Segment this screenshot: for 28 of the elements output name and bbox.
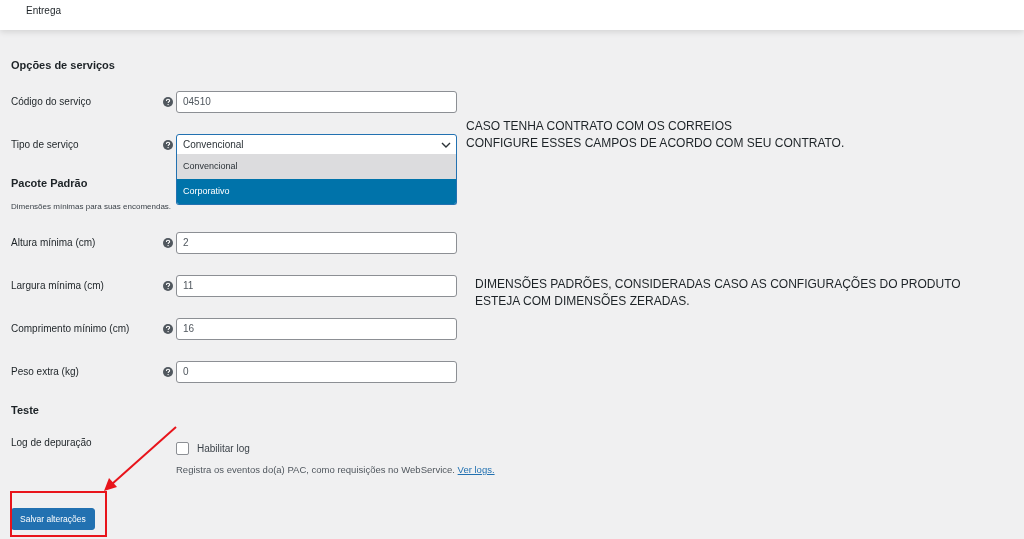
input-field[interactable]: 11 <box>176 274 457 297</box>
select-field[interactable]: Convencional <box>176 134 457 155</box>
field-label: Tipo de serviço <box>11 139 80 150</box>
dropdown-option[interactable]: Corporativo <box>177 179 456 204</box>
section-description: Dimensões mínimas para suas encomendas. <box>11 201 172 213</box>
field-description: Registra os eventos do(a) PAC, como requisições no WebService. Ver logs. <box>176 463 495 477</box>
annotation-note: CASO TENHA CONTRATO COM OS CORREIOS CONFIGURE ESSES CAMPOS DE ACORDO COM SEU CONTRATO. <box>466 118 845 152</box>
input-field[interactable]: 2 <box>176 231 457 254</box>
field-label: Código do serviço <box>11 96 93 107</box>
chevron-icon <box>441 141 451 148</box>
section-heading: Pacote Padrão <box>11 176 88 191</box>
field-label: Log de depuração <box>11 437 93 448</box>
input-field[interactable]: 0 <box>176 360 457 383</box>
dropdown-option[interactable]: Convencional <box>177 154 456 179</box>
section-heading: Opções de serviços <box>11 58 115 73</box>
field-label: Largura mínima (cm) <box>11 280 105 291</box>
checkbox-label[interactable]: Habilitar log <box>197 442 250 454</box>
field-label: Altura mínima (cm) <box>11 237 97 248</box>
save-button[interactable]: Salvar alterações <box>11 508 95 530</box>
tab-label[interactable]: Entrega <box>26 5 62 17</box>
annotation-note: DIMENSÕES PADRÕES, CONSIDERADAS CASO AS CONFIGURAÇÕES DO PRODUTO ESTEJA COM DIMENSÕES ZERADAS. <box>475 276 961 310</box>
input-field[interactable]: 16 <box>176 317 457 340</box>
checkbox[interactable] <box>176 441 189 455</box>
field-label: Comprimento mínimo (cm) <box>11 323 131 334</box>
input-field[interactable]: 04510 <box>176 90 457 113</box>
section-heading: Teste <box>11 403 39 418</box>
view-logs-link[interactable]: Ver logs. <box>457 464 495 475</box>
field-label: Peso extra (kg) <box>11 366 80 377</box>
